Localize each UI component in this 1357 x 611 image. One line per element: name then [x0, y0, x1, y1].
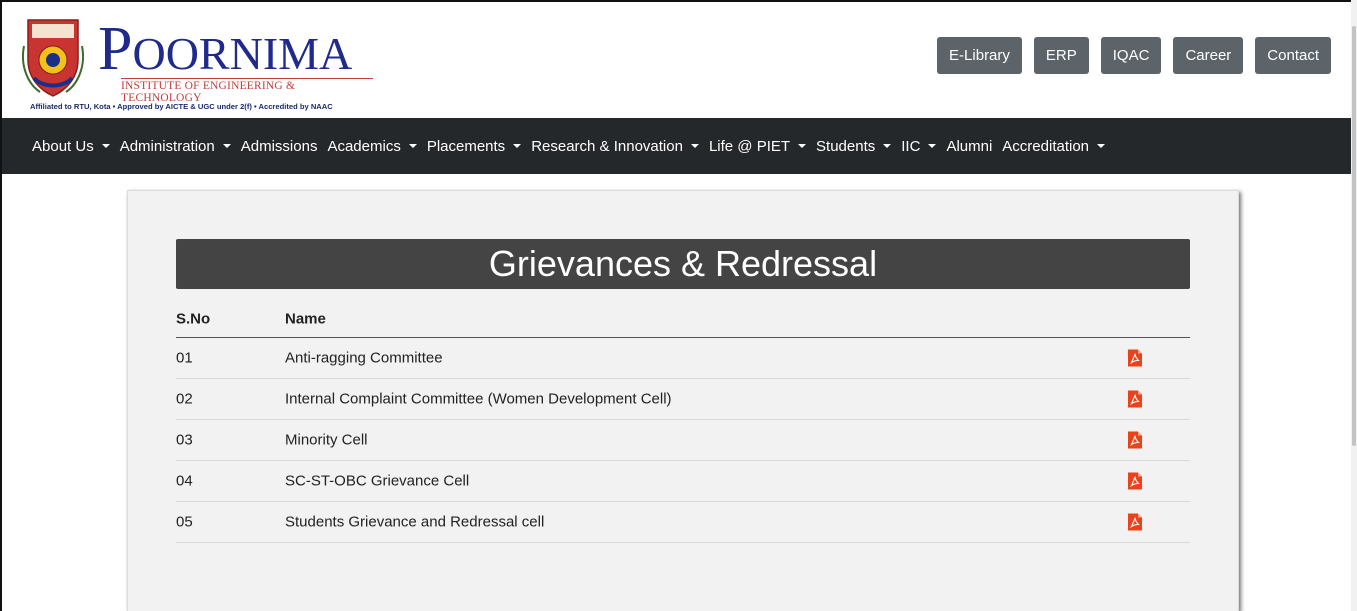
pdf-icon[interactable] — [1128, 431, 1142, 449]
nav-item-about-us[interactable]: About Us — [32, 138, 110, 155]
row-sno: 05 — [176, 513, 193, 531]
row-name: SC-ST-OBC Grievance Cell — [285, 472, 470, 490]
vertical-scrollbar[interactable] — [1351, 0, 1357, 611]
nav-item-label: About Us — [32, 137, 94, 155]
brand-name: POORNIMA — [98, 18, 353, 83]
row-name: Anti-ragging Committee — [285, 349, 443, 367]
nav-item-label: IIC — [901, 137, 921, 155]
row-sno: 01 — [176, 349, 193, 367]
site-header: POORNIMA INSTITUTE OF ENGINEERING & TECH… — [2, 2, 1351, 118]
top-link-contact[interactable]: Contact — [1255, 37, 1331, 74]
nav-item-placements[interactable]: Placements — [426, 137, 522, 155]
column-header-name: Name — [285, 310, 326, 328]
nav-item-label: Admissions — [240, 137, 318, 155]
scrollbar-thumb[interactable] — [1352, 26, 1356, 446]
table-row: 04 SC-ST-OBC Grievance Cell — [176, 461, 1190, 502]
table-header-row: S.No Name — [176, 301, 1190, 338]
caret-down-icon — [690, 144, 699, 148]
nav-item-label: Placements — [426, 137, 506, 155]
top-link-career[interactable]: Career — [1173, 37, 1244, 74]
content-card: Grievances & Redressal S.No Name 01 Anti… — [127, 190, 1239, 611]
brand-subtitle: INSTITUTE OF ENGINEERING & TECHNOLOGY — [121, 78, 373, 104]
column-header-sno: S.No — [176, 310, 211, 328]
row-sno: 02 — [176, 390, 193, 408]
grievance-table: S.No Name 01 Anti-ragging Committee 02 I… — [176, 301, 1190, 543]
nav-item-label: Students — [816, 137, 876, 155]
top-link-e-library[interactable]: E-Library — [937, 37, 1022, 74]
nav-item-alumni[interactable]: Alumni — [946, 138, 992, 155]
caret-down-icon — [513, 144, 522, 148]
caret-down-icon — [883, 144, 892, 148]
table-row: 01 Anti-ragging Committee — [176, 338, 1190, 379]
table-row: 02 Internal Complaint Committee (Women D… — [176, 379, 1190, 420]
nav-item-label: Academics — [327, 137, 401, 155]
caret-down-icon — [928, 144, 937, 148]
top-link-iqac[interactable]: IQAC — [1100, 37, 1162, 74]
row-name: Students Grievance and Redressal cell — [285, 513, 545, 531]
caret-down-icon — [1097, 144, 1106, 148]
row-name: Minority Cell — [285, 431, 368, 449]
pdf-icon[interactable] — [1128, 472, 1142, 490]
nav-item-label: Research & Innovation — [531, 137, 683, 155]
caret-down-icon — [408, 144, 417, 148]
nav-item-research-innovation[interactable]: Research & Innovation — [531, 138, 699, 155]
nav-item-label: Alumni — [946, 137, 993, 155]
pdf-icon[interactable] — [1128, 513, 1142, 531]
row-name: Internal Complaint Committee (Women Deve… — [285, 390, 672, 408]
main-nav: About Us Administration Admissions Acade… — [2, 118, 1351, 174]
caret-down-icon — [798, 144, 807, 148]
brand-initial: P — [98, 15, 133, 83]
top-link-erp[interactable]: ERP — [1033, 37, 1089, 74]
pdf-icon[interactable] — [1128, 390, 1142, 408]
site-logo[interactable]: POORNIMA INSTITUTE OF ENGINEERING & TECH… — [22, 16, 382, 111]
nav-item-life-at-piet[interactable]: Life @ PIET — [708, 137, 807, 155]
nav-item-label: Administration — [119, 137, 215, 155]
nav-item-label: Accreditation — [1002, 137, 1090, 155]
nav-item-administration[interactable]: Administration — [120, 138, 231, 155]
nav-item-academics[interactable]: Academics — [327, 137, 417, 155]
nav-item-accreditation[interactable]: Accreditation — [1002, 137, 1106, 155]
nav-item-label: Life @ PIET — [708, 137, 791, 155]
row-sno: 03 — [176, 431, 193, 449]
nav-item-iic[interactable]: IIC — [901, 137, 937, 155]
caret-down-icon — [222, 144, 231, 148]
brand-rest: OORNIMA — [132, 28, 353, 79]
table-row: 03 Minority Cell — [176, 420, 1190, 461]
caret-down-icon — [101, 144, 110, 148]
page-title: Grievances & Redressal — [176, 239, 1190, 289]
nav-item-admissions[interactable]: Admissions — [241, 138, 318, 155]
top-links: E-Library ERP IQAC Career Contact — [937, 37, 1331, 74]
nav-item-students[interactable]: Students — [816, 137, 892, 155]
table-row: 05 Students Grievance and Redressal cell — [176, 502, 1190, 543]
college-crest-icon — [22, 19, 84, 97]
brand-affiliation: Affiliated to RTU, Kota • Approved by AI… — [30, 102, 333, 111]
row-sno: 04 — [176, 472, 193, 490]
pdf-icon[interactable] — [1128, 349, 1142, 367]
